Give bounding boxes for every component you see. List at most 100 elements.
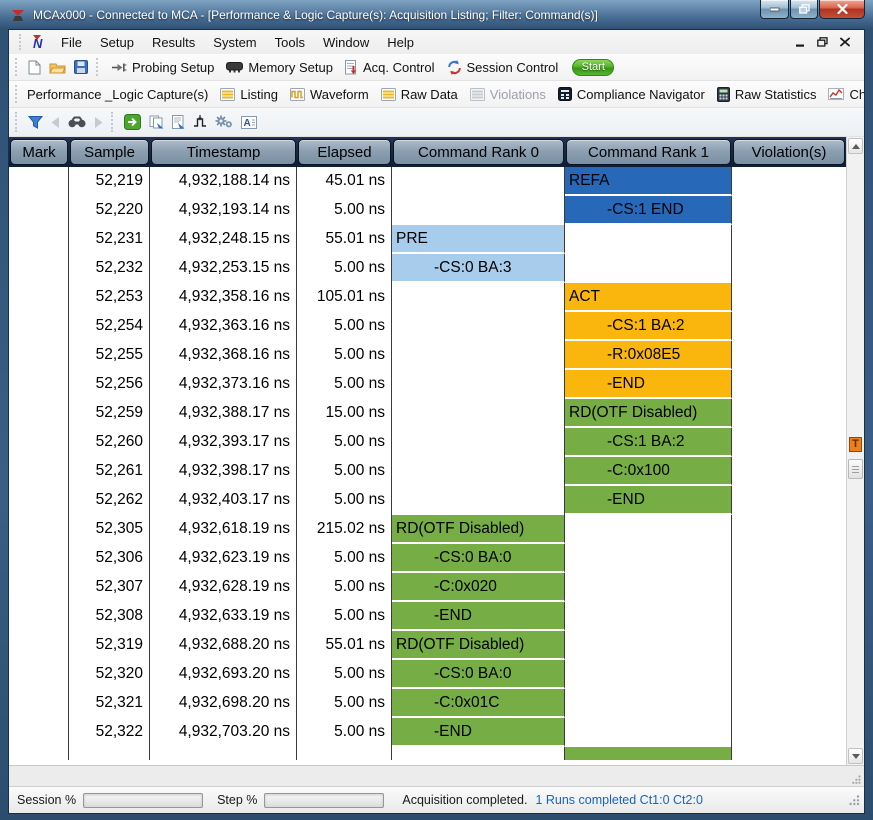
table-row[interactable]: 52,319 4,932,688.20 ns 55.01 ns RD(OTF D… — [9, 631, 846, 660]
mdi-restore-button[interactable] — [817, 35, 828, 50]
acq-control-button[interactable]: Acq. Control — [339, 57, 441, 78]
command-rank-1-cell: -CS:1 END — [565, 196, 732, 225]
elapsed-cell — [297, 747, 392, 760]
waveform-view-button[interactable]: Waveform — [284, 84, 375, 105]
table-row[interactable]: 52,307 4,932,628.19 ns 5.00 ns -C:0x020 — [9, 573, 846, 602]
raw-statistics-button[interactable]: Raw Statistics — [711, 84, 823, 105]
table-row[interactable]: 52,254 4,932,363.16 ns 5.00 ns -CS:1 BA:… — [9, 312, 846, 341]
table-row[interactable]: 52,259 4,932,388.17 ns 15.00 ns RD(OTF D… — [9, 399, 846, 428]
new-file-button[interactable] — [24, 57, 45, 78]
column-header-sample[interactable]: Sample — [70, 139, 149, 165]
command-rank-0-cell: -CS:0 BA:0 — [392, 660, 565, 689]
menubar-grip[interactable] — [19, 34, 24, 50]
mdi-minimize-button[interactable] — [796, 35, 805, 50]
menu-results[interactable]: Results — [143, 32, 204, 53]
resize-grip[interactable] — [848, 794, 860, 806]
vertical-scrollbar[interactable]: T — [846, 137, 864, 765]
table-row[interactable]: 52,253 4,932,358.16 ns 105.01 ns ACT — [9, 283, 846, 312]
app-n-icon: N — [30, 34, 46, 50]
mdi-close-button[interactable] — [840, 35, 850, 50]
charts-icon — [828, 88, 844, 100]
table-row[interactable]: 52,260 4,932,393.17 ns 5.00 ns -CS:1 BA:… — [9, 428, 846, 457]
timestamp-cell: 4,932,388.17 ns — [150, 399, 297, 428]
raw-data-view-button[interactable]: Raw Data — [375, 84, 464, 105]
menu-help[interactable]: Help — [378, 32, 423, 53]
search-button[interactable] — [64, 113, 90, 131]
menu-system[interactable]: System — [204, 32, 265, 53]
compliance-navigator-button[interactable]: Compliance Navigator — [552, 84, 711, 105]
table-row[interactable]: 52,231 4,932,248.15 ns 55.01 ns PRE — [9, 225, 846, 254]
table-row[interactable]: 52,308 4,932,633.19 ns 5.00 ns -END — [9, 602, 846, 631]
session-control-button[interactable]: Session Control — [441, 57, 565, 78]
minimize-icon — [770, 6, 780, 12]
toolbar3-grip-2[interactable] — [111, 112, 116, 132]
scroll-down-button[interactable] — [848, 748, 863, 764]
column-header-mark[interactable]: Mark — [10, 139, 68, 165]
scrollbar-thumb[interactable] — [848, 459, 863, 479]
command-rank-0-cell: -END — [392, 718, 565, 747]
charts-button[interactable]: Charts — [822, 84, 865, 105]
sample-cell: 52,262 — [69, 486, 150, 515]
command-rank-1-cell — [565, 225, 732, 254]
column-header-timestamp[interactable]: Timestamp — [151, 139, 296, 165]
scroll-up-icon — [852, 144, 860, 149]
copy-export-button[interactable] — [145, 112, 168, 132]
report-export-button[interactable] — [168, 112, 189, 132]
violations-icon — [470, 88, 485, 101]
menu-setup[interactable]: Setup — [91, 32, 143, 53]
timestamp-cell: 4,932,633.19 ns — [150, 602, 297, 631]
next-icon — [94, 117, 103, 128]
violations-cell — [732, 341, 846, 370]
menu-file[interactable]: File — [52, 32, 91, 53]
table-row[interactable]: 52,261 4,932,398.17 ns 5.00 ns -C:0x100 — [9, 457, 846, 486]
listing-view-button[interactable]: Listing — [214, 84, 284, 105]
table-row[interactable]: 52,262 4,932,403.17 ns 5.00 ns -END — [9, 486, 846, 515]
trigger-setup-button[interactable] — [189, 112, 211, 132]
timestamp-cell: 4,932,188.14 ns — [150, 167, 297, 196]
memory-setup-button[interactable]: Memory Setup — [220, 57, 339, 78]
goto-button[interactable] — [120, 111, 145, 133]
settings-gears-button[interactable] — [211, 112, 237, 132]
table-row[interactable]: 52,220 4,932,193.14 ns 5.00 ns -CS:1 END — [9, 196, 846, 225]
sample-cell: 52,259 — [69, 399, 150, 428]
table-row[interactable]: 52,322 4,932,703.20 ns 5.00 ns -END — [9, 718, 846, 747]
command-rank-1-cell — [565, 254, 732, 283]
toolbar3-grip[interactable] — [15, 112, 20, 132]
minimize-button[interactable] — [760, 0, 789, 19]
menu-tools[interactable]: Tools — [266, 32, 314, 53]
next-mark-button — [90, 114, 107, 131]
font-settings-button[interactable]: A — [237, 113, 261, 132]
trigger-marker[interactable]: T — [849, 437, 862, 452]
open-file-button[interactable] — [45, 58, 70, 77]
elapsed-cell: 45.01 ns — [297, 167, 392, 196]
mark-cell — [9, 254, 69, 283]
table-row[interactable]: 52,255 4,932,368.16 ns 5.00 ns -R:0x08E5 — [9, 341, 846, 370]
table-row[interactable]: 52,306 4,932,623.19 ns 5.00 ns -CS:0 BA:… — [9, 544, 846, 573]
restore-button[interactable] — [790, 0, 818, 19]
column-header-command-rank-1[interactable]: Command Rank 1 — [566, 139, 731, 165]
table-row[interactable]: 52,305 4,932,618.19 ns 215.02 ns RD(OTF … — [9, 515, 846, 544]
table-row[interactable]: 52,219 4,932,188.14 ns 45.01 ns REFA — [9, 167, 846, 196]
column-header-elapsed[interactable]: Elapsed — [298, 139, 391, 165]
toolbar1-grip-2[interactable] — [96, 58, 101, 76]
start-button[interactable]: Start — [572, 59, 614, 76]
save-button[interactable] — [70, 57, 92, 77]
performance-capture-button[interactable]: Performance _Logic Capture(s) — [21, 84, 214, 105]
listing-body: 52,219 4,932,188.14 ns 45.01 ns REFA 52,… — [9, 167, 846, 765]
probing-setup-button[interactable]: Probing Setup — [105, 57, 220, 78]
toolbar2-grip[interactable] — [15, 85, 17, 103]
column-header-command-rank-0[interactable]: Command Rank 0 — [393, 139, 564, 165]
filter-button[interactable] — [24, 112, 47, 132]
scroll-up-button[interactable] — [848, 138, 863, 154]
table-row[interactable]: 52,320 4,932,693.20 ns 5.00 ns -CS:0 BA:… — [9, 660, 846, 689]
table-row[interactable]: 52,321 4,932,698.20 ns 5.00 ns -C:0x01C — [9, 689, 846, 718]
table-row[interactable]: 52,232 4,932,253.15 ns 5.00 ns -CS:0 BA:… — [9, 254, 846, 283]
mark-cell — [9, 457, 69, 486]
column-header-violations[interactable]: Violation(s) — [733, 139, 845, 165]
partial-row[interactable] — [9, 747, 846, 760]
menu-window[interactable]: Window — [314, 32, 378, 53]
toolbar1-grip[interactable] — [15, 58, 20, 76]
close-button[interactable] — [819, 0, 865, 19]
table-row[interactable]: 52,256 4,932,373.16 ns 5.00 ns -END — [9, 370, 846, 399]
violations-cell — [732, 486, 846, 515]
